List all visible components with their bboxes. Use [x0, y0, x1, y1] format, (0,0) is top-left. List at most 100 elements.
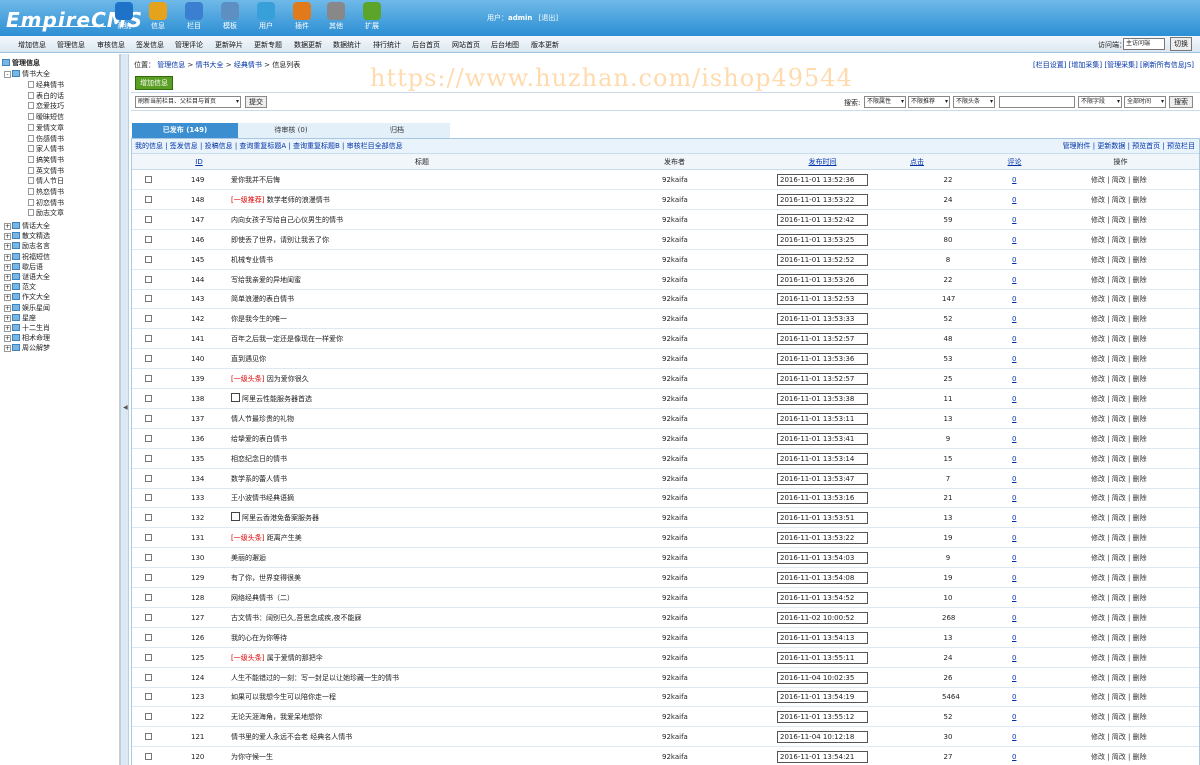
row-title[interactable]: 人生不能错过的一刻：写一封足以让她珍藏一生的情书: [231, 674, 399, 682]
row-checkbox[interactable]: [145, 534, 152, 542]
row-comments[interactable]: 0: [1012, 409, 1016, 429]
row-title[interactable]: 百年之后我一定还是像现在一样爱你: [231, 335, 343, 343]
row-time-input[interactable]: 2016-11-01 13:53:33: [777, 313, 868, 326]
row-checkbox[interactable]: [145, 653, 152, 661]
tab-pending[interactable]: 待审核 (0): [238, 123, 344, 138]
menu-item[interactable]: 数据统计: [333, 40, 361, 50]
row-comments[interactable]: 0: [1012, 508, 1016, 528]
row-comments[interactable]: 0: [1012, 528, 1016, 548]
row-actions[interactable]: 修改 | 简改 | 删除: [1091, 488, 1147, 508]
row-title[interactable]: 爱你我并不后悔: [231, 176, 280, 184]
recommend-select[interactable]: 不限推荐: [908, 96, 950, 108]
row-time-input[interactable]: 2016-11-01 13:54:08: [777, 572, 868, 584]
row-time-input[interactable]: 2016-11-01 13:53:14: [777, 452, 868, 465]
row-time-input[interactable]: 2016-11-01 13:53:51: [777, 512, 868, 525]
row-time-input[interactable]: 2016-11-04 10:12:18: [777, 731, 868, 744]
row-time-input[interactable]: 2016-11-01 13:52:52: [777, 253, 868, 266]
top-right-links[interactable]: [栏目设置] [增加采集] [管理采集] [刷新所有信息JS]: [1033, 60, 1194, 70]
tab-archive[interactable]: 归档: [344, 123, 450, 138]
row-time-input[interactable]: 2016-11-01 13:54:52: [777, 591, 868, 604]
row-title[interactable]: 网络经典情书（二）: [231, 594, 294, 602]
tree-item-category[interactable]: + 周公解梦: [4, 343, 50, 353]
row-title[interactable]: 内向女孩子写给自己心仪男生的情书: [231, 216, 343, 224]
row-actions[interactable]: 修改 | 简改 | 删除: [1091, 668, 1147, 688]
row-checkbox[interactable]: [145, 514, 152, 522]
row-comments[interactable]: 0: [1012, 289, 1016, 309]
row-actions[interactable]: 修改 | 简改 | 删除: [1091, 389, 1147, 409]
row-comments[interactable]: 0: [1012, 648, 1016, 668]
row-title[interactable]: 数学老师的浪漫情书: [267, 196, 330, 204]
row-checkbox[interactable]: [145, 633, 152, 641]
row-checkbox[interactable]: [145, 414, 152, 422]
menu-item[interactable]: 版本更新: [531, 40, 559, 50]
row-checkbox[interactable]: [145, 434, 152, 442]
row-comments[interactable]: 0: [1012, 687, 1016, 707]
row-title[interactable]: 为你守候一生: [231, 753, 273, 761]
expand-icon[interactable]: +: [4, 294, 11, 302]
row-comments[interactable]: 0: [1012, 170, 1016, 190]
row-title[interactable]: 距离产生美: [267, 534, 302, 542]
row-actions[interactable]: 修改 | 简改 | 删除: [1091, 707, 1147, 727]
expand-icon[interactable]: +: [4, 243, 11, 251]
tree-item-child[interactable]: 表白的话: [28, 91, 64, 101]
row-comments[interactable]: 0: [1012, 389, 1016, 409]
tree-item-child[interactable]: 励志文章: [28, 208, 64, 218]
row-actions[interactable]: 修改 | 简改 | 删除: [1091, 230, 1147, 250]
row-checkbox[interactable]: [145, 474, 152, 482]
breadcrumb-link[interactable]: 情书大全: [196, 61, 224, 69]
tree-item-category[interactable]: + 散文精选: [4, 231, 50, 241]
row-actions[interactable]: 修改 | 简改 | 删除: [1091, 270, 1147, 290]
expand-icon[interactable]: +: [4, 304, 11, 312]
row-checkbox[interactable]: [145, 693, 152, 701]
row-actions[interactable]: 修改 | 简改 | 删除: [1091, 528, 1147, 548]
row-title[interactable]: 你是我今生的唯一: [231, 315, 287, 323]
time-select[interactable]: 全部时间: [1124, 96, 1166, 108]
row-actions[interactable]: 修改 | 简改 | 删除: [1091, 508, 1147, 528]
tab-published[interactable]: 已发布 (149): [132, 123, 238, 138]
tree-item-category[interactable]: + 谜语大全: [4, 272, 50, 282]
row-title[interactable]: 属于爱情的那把伞: [267, 654, 323, 662]
nav-2-button[interactable]: 栏目: [180, 2, 208, 34]
tree-item-child[interactable]: 英文情书: [28, 166, 64, 176]
expand-icon[interactable]: +: [4, 314, 11, 322]
menu-item[interactable]: 签发信息: [136, 40, 164, 50]
tree-item-category[interactable]: + 娱乐星闻: [4, 303, 50, 313]
row-title[interactable]: 有了你，世界变得很美: [231, 574, 301, 582]
row-checkbox[interactable]: [145, 335, 152, 343]
row-title[interactable]: 情书里的爱人永远不会老 经典名人情书: [231, 733, 352, 741]
row-actions[interactable]: 修改 | 简改 | 删除: [1091, 349, 1147, 369]
row-comments[interactable]: 0: [1012, 369, 1016, 389]
row-time-input[interactable]: 2016-11-01 13:52:42: [777, 213, 868, 226]
add-info-button[interactable]: 增加信息: [135, 76, 173, 90]
row-time-input[interactable]: 2016-11-01 13:54:03: [777, 552, 868, 565]
row-actions[interactable]: 修改 | 简改 | 删除: [1091, 449, 1147, 469]
search-input[interactable]: [999, 96, 1075, 108]
row-title[interactable]: 数学系的蕾人情书: [231, 475, 287, 483]
tree-item-child[interactable]: 暧昧短信: [28, 112, 64, 122]
row-time-input[interactable]: 2016-11-01 13:53:16: [777, 492, 868, 505]
tree-item-child[interactable]: 经典情书: [28, 80, 64, 90]
row-checkbox[interactable]: [145, 355, 152, 363]
row-checkbox[interactable]: [145, 733, 152, 741]
row-comments[interactable]: 0: [1012, 707, 1016, 727]
row-checkbox[interactable]: [145, 215, 152, 223]
tree-item-child[interactable]: 伤感情书: [28, 134, 64, 144]
row-checkbox[interactable]: [145, 673, 152, 681]
row-checkbox[interactable]: [145, 295, 152, 303]
nav-6-button[interactable]: 其他: [322, 2, 350, 34]
row-title[interactable]: 如果可以我想今生可以陪你走一程: [231, 693, 336, 701]
collapse-arrow-icon[interactable]: ◀: [123, 404, 128, 411]
tree-item-category[interactable]: + 星座: [4, 313, 36, 323]
menu-item[interactable]: 管理信息: [57, 40, 85, 50]
row-comments[interactable]: 0: [1012, 349, 1016, 369]
row-title[interactable]: 直到遇见你: [231, 355, 266, 363]
row-checkbox[interactable]: [145, 255, 152, 263]
col-comments[interactable]: 评论: [1002, 154, 1027, 170]
row-actions[interactable]: 修改 | 简改 | 删除: [1091, 210, 1147, 230]
row-title[interactable]: 美丽的邂逅: [231, 554, 266, 562]
row-checkbox[interactable]: [145, 315, 152, 323]
row-comments[interactable]: 0: [1012, 548, 1016, 568]
row-title[interactable]: 即使丢了世界，请别让我丢了你: [231, 236, 329, 244]
row-actions[interactable]: 修改 | 简改 | 删除: [1091, 409, 1147, 429]
row-time-input[interactable]: 2016-11-01 13:53:36: [777, 353, 868, 366]
